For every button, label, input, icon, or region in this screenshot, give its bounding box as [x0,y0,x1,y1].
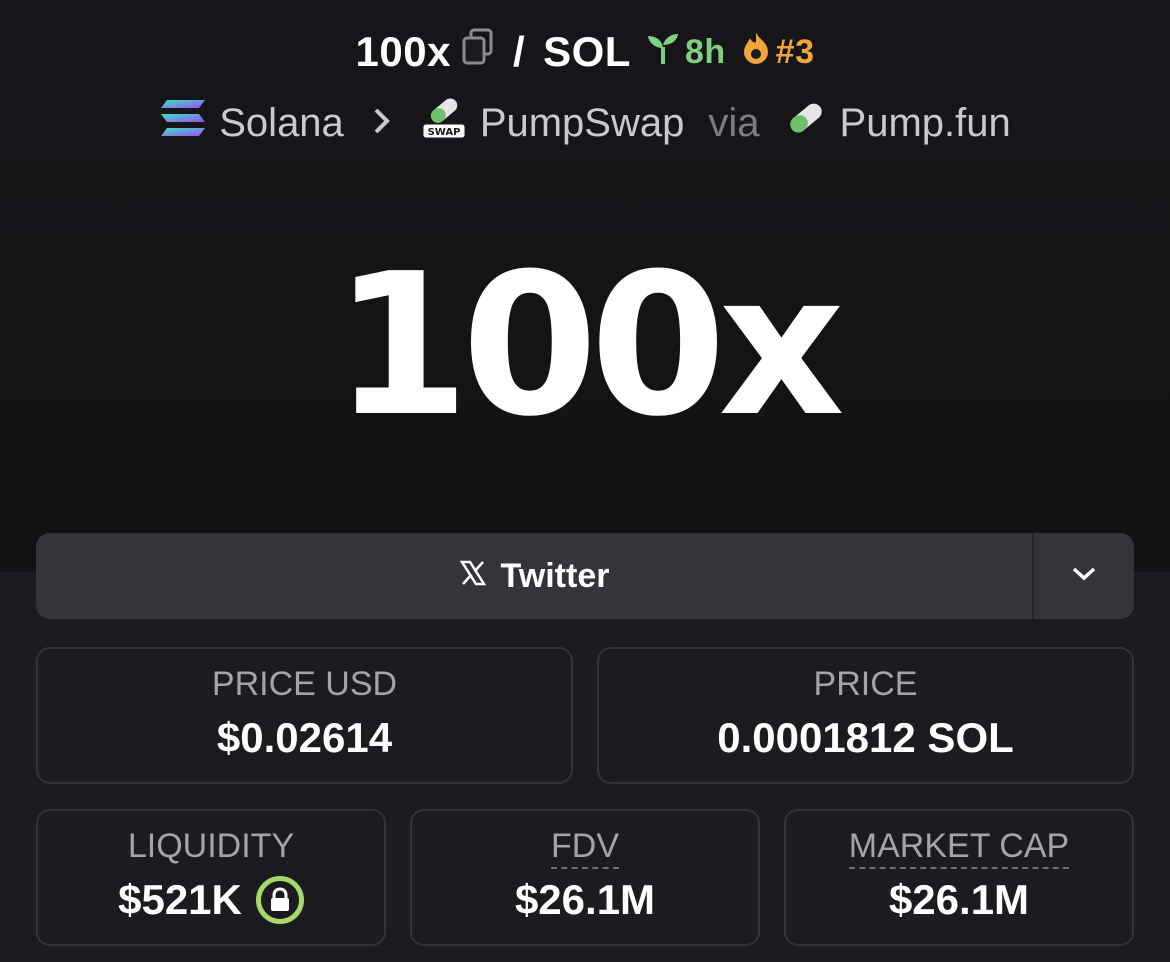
dex-icon-text: SWAP [427,127,460,138]
seedling-icon [645,31,681,74]
price-usd-card: PRICE USD $0.02614 [36,647,573,784]
price-native-card: PRICE 0.0001812 SOL [597,647,1134,784]
market-cap-card: MARKET CAP $26.1M [784,809,1134,946]
via-label: via [708,100,760,145]
liquidity-label: LIQUIDITY [127,827,295,865]
liquidity-card: LIQUIDITY $521K [36,809,386,946]
age-badge: 8h [645,31,726,74]
price-usd-label: PRICE USD [211,665,398,703]
fdv-value: $26.1M [514,876,656,923]
trending-rank: #3 [775,32,815,71]
banner-text: 100x [333,232,845,460]
liquidity-value: $521K [118,876,242,923]
chevron-down-icon [1071,566,1097,587]
pair-title: 100x / SOL 8h #3 [0,28,1170,76]
copy-icon[interactable] [461,28,495,76]
flame-icon [740,30,772,75]
trending-rank-badge[interactable]: #3 [740,30,815,75]
fdv-card: FDV $26.1M [410,809,760,946]
token-symbol: 100x [355,28,451,75]
pair-header: 100x / SOL 8h #3 Solana SWAP PumpSwap vi… [0,0,1170,160]
pair-separator: / [512,28,526,75]
twitter-button[interactable]: Twitter [36,533,1032,619]
more-links-dropdown[interactable] [1032,533,1134,619]
token-banner: 100x [0,160,1170,572]
launchpad-link[interactable]: Pump.fun [784,98,1011,148]
chain-name: Solana [219,100,344,145]
price-native-value: 0.0001812 SOL [717,714,1014,761]
chain-link[interactable]: Solana [159,98,344,148]
launchpad-name: Pump.fun [839,100,1011,145]
dex-link[interactable]: SWAP PumpSwap [420,96,685,150]
token-page: 100x / SOL 8h #3 Solana SWAP PumpSwap vi… [0,0,1170,962]
price-usd-value: $0.02614 [216,714,393,761]
x-logo-icon [459,557,487,596]
market-cap-value: $26.1M [888,876,1030,923]
price-native-label: PRICE [813,665,918,703]
pill-icon [784,98,828,148]
market-cap-label[interactable]: MARKET CAP [848,827,1070,869]
quote-symbol: SOL [543,28,631,75]
twitter-label: Twitter [500,556,610,595]
chevron-right-icon [372,101,392,146]
breadcrumb: Solana SWAP PumpSwap via Pump.fun [0,96,1170,150]
solana-icon [159,98,207,148]
liquidity-row: $521K [38,876,384,924]
pumpswap-icon: SWAP [420,96,468,150]
social-links-bar: Twitter [36,533,1134,619]
pair-age: 8h [684,32,726,71]
fdv-label[interactable]: FDV [551,827,619,869]
lock-icon[interactable] [255,876,304,924]
dex-name: PumpSwap [479,100,685,145]
